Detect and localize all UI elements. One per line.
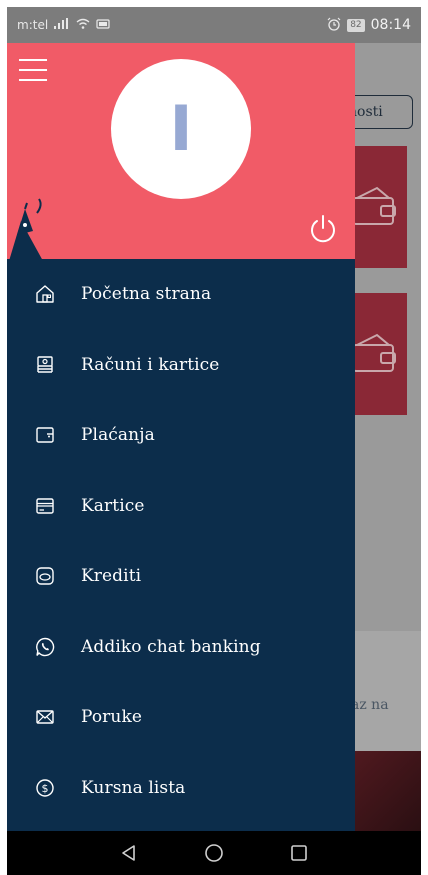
menu-item-poruke[interactable]: Poruke bbox=[7, 682, 355, 753]
loan-icon bbox=[7, 566, 81, 586]
battery-indicator: 82 bbox=[347, 18, 365, 32]
wallet-money-icon bbox=[352, 333, 396, 372]
alarm-icon bbox=[327, 17, 341, 34]
dollar-icon: $ bbox=[7, 778, 81, 798]
navigation-drawer: I Početna strana Računi i kartice Plaćan… bbox=[7, 43, 355, 831]
card-icon bbox=[7, 496, 81, 516]
recents-square-icon[interactable] bbox=[288, 842, 310, 864]
wifi-icon bbox=[76, 18, 90, 32]
system-navigation-bar bbox=[7, 831, 421, 875]
menu-item-krediti[interactable]: Krediti bbox=[7, 541, 355, 612]
wallet-money-icon bbox=[352, 186, 396, 225]
avatar[interactable]: I bbox=[111, 59, 251, 199]
signal-icon bbox=[54, 18, 70, 32]
menu-item-racuni-i-kartice[interactable]: Računi i kartice bbox=[7, 330, 355, 401]
accounts-icon bbox=[7, 355, 81, 375]
svg-text:$: $ bbox=[42, 782, 49, 795]
menu-item-placanja[interactable]: Plaćanja bbox=[7, 400, 355, 471]
avatar-initial: I bbox=[169, 92, 193, 165]
clock: 08:14 bbox=[370, 17, 411, 33]
menu-item-label: Plaćanja bbox=[81, 425, 155, 446]
mascot-illustration bbox=[9, 198, 42, 259]
power-logout-icon[interactable] bbox=[307, 213, 339, 245]
home-circle-icon[interactable] bbox=[203, 842, 225, 864]
back-icon[interactable] bbox=[118, 842, 140, 864]
menu-item-pocetna-strana[interactable]: Početna strana bbox=[7, 259, 355, 330]
status-bar: m:tel 82 08:14 bbox=[7, 7, 421, 43]
chat-phone-icon bbox=[7, 637, 81, 657]
home-icon bbox=[7, 284, 81, 304]
menu-item-label: Kursna lista bbox=[81, 777, 186, 798]
menu-item-label: Kartice bbox=[81, 495, 145, 516]
menu-item-label: Addiko chat banking bbox=[81, 636, 261, 657]
menu-item-label: Početna strana bbox=[81, 284, 212, 305]
menu-item-addiko-chat-banking[interactable]: Addiko chat banking bbox=[7, 612, 355, 683]
menu-item-label: Poruke bbox=[81, 707, 143, 728]
envelope-icon bbox=[7, 707, 81, 727]
menu-item-kartice[interactable]: Kartice bbox=[7, 471, 355, 542]
background-text: az na bbox=[351, 697, 389, 713]
data-saver-icon bbox=[96, 18, 110, 32]
menu-item-label: Računi i kartice bbox=[81, 354, 220, 375]
carrier-label: m:tel bbox=[17, 18, 49, 32]
drawer-header: I bbox=[7, 43, 355, 259]
hamburger-menu-icon[interactable] bbox=[19, 59, 47, 81]
drawer-menu: Početna strana Računi i kartice Plaćanja… bbox=[7, 259, 355, 823]
wallet-icon bbox=[7, 425, 81, 445]
menu-item-kursna-lista[interactable]: $ Kursna lista bbox=[7, 753, 355, 824]
menu-item-label: Krediti bbox=[81, 566, 142, 587]
